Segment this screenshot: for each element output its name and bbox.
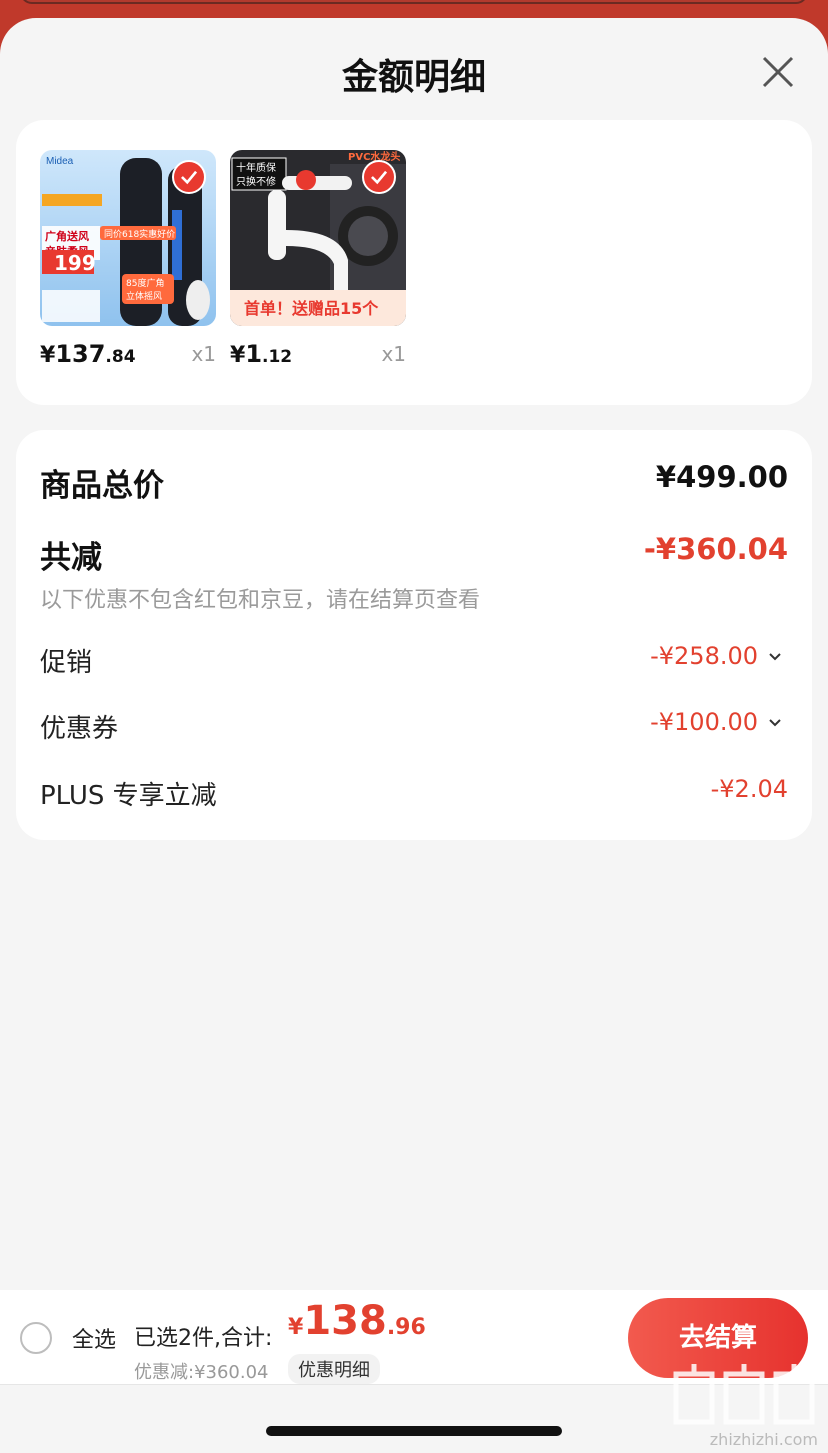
home-indicator[interactable]: [266, 1426, 562, 1436]
coupon-value: -¥100.00: [650, 708, 758, 736]
product-qty: x1: [191, 342, 216, 366]
faucet-warranty1: 十年质保: [236, 161, 276, 174]
fan-angle: 85度广角: [126, 277, 164, 289]
product-price: ¥137.84: [40, 340, 136, 368]
sheet-title: 金额明细: [341, 57, 486, 98]
chevron-down-icon[interactable]: [768, 718, 782, 728]
chevron-down-icon[interactable]: [768, 652, 782, 662]
fan-angle2: 立体摇风: [126, 290, 162, 302]
total-reduce-value: -¥360.04: [643, 532, 788, 566]
selected-check-icon[interactable]: [362, 160, 396, 194]
selected-count-text: 已选2件,合计:: [134, 1326, 273, 1351]
total-reduce-label: 共减: [40, 540, 102, 576]
promo-value: -¥258.00: [650, 642, 758, 670]
fan-line1: 广角送风: [45, 229, 89, 243]
coupon-label: 优惠券: [40, 714, 119, 744]
discount-summary: 优惠减:¥360.04: [134, 1362, 269, 1383]
selected-check-icon[interactable]: [172, 160, 206, 194]
select-all-radio[interactable]: [20, 1322, 52, 1354]
discount-detail-link[interactable]: 优惠明细: [288, 1354, 380, 1384]
watermark-text: zhizhizhi.com: [709, 1430, 818, 1449]
watermark-logo-icon: [673, 1364, 815, 1425]
faucet-warranty2: 只换不修: [236, 175, 276, 188]
goods-total-label: 商品总价: [40, 468, 164, 504]
plus-discount-label: PLUS 专享立减: [40, 781, 217, 811]
plus-discount-value: -¥2.04: [710, 775, 788, 803]
select-all-label[interactable]: 全选: [72, 1322, 116, 1354]
grand-total: ¥138.96: [288, 1298, 426, 1344]
amount-detail-sheet: 金额明细 Midea 广角送风 亲肤柔风: [0, 18, 828, 1453]
goods-total-value: ¥499.00: [655, 460, 788, 494]
product-price-line: ¥137.84 x1: [40, 340, 216, 374]
price-summary-card: 商品总价 ¥499.00 共减 -¥360.04 以下优惠不包含红包和京豆，请在…: [16, 430, 812, 840]
product-price-line: ¥1.12 x1: [230, 340, 406, 374]
product-price: ¥1.12: [230, 340, 293, 368]
close-icon[interactable]: [758, 52, 798, 92]
backdrop-page-edge: [20, 0, 808, 4]
fan-promo: 同价618实惠好价: [104, 228, 175, 240]
discount-note: 以下优惠不包含红包和京豆，请在结算页查看: [40, 588, 481, 613]
fan-brand-text: Midea: [46, 156, 74, 167]
faucet-banner: 首单！送赠品15个: [244, 299, 379, 318]
product-list-card: Midea 广角送风 亲肤柔风 同价618实惠好价 199 85度广角 立体摇风: [16, 120, 812, 405]
product-qty: x1: [381, 342, 406, 366]
promo-label: 促销: [40, 648, 93, 678]
fan-price-tag: 199: [54, 251, 96, 275]
